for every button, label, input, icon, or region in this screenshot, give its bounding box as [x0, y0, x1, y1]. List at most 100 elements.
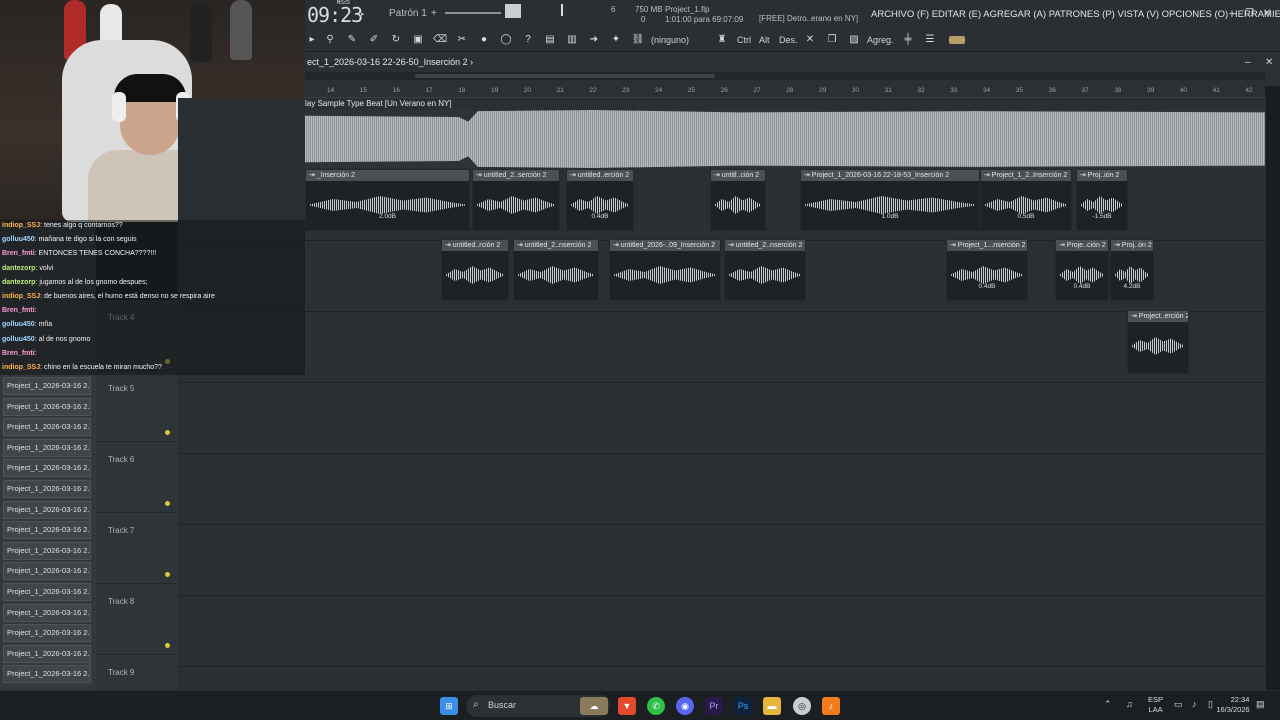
audio-clip[interactable]: ⇥ Proj..ón 2 4.2dB [1110, 239, 1154, 301]
track-led[interactable] [165, 501, 170, 506]
track-header[interactable]: Track 6 [96, 442, 178, 513]
track-led[interactable] [165, 572, 170, 577]
arrow-right-icon[interactable]: ➜ [587, 33, 601, 47]
piano-roll-icon[interactable]: ▥ [565, 33, 579, 47]
audio-clip[interactable]: ⇥ untitled_2..serción 2 [472, 169, 560, 231]
brave-icon[interactable]: ▼ [618, 697, 636, 715]
browser-item[interactable]: Project_1_2026-03-16 2.. [3, 438, 91, 457]
audio-clip[interactable]: ⇥ Project_1...nserción 2 0.4dB [946, 239, 1028, 301]
browser-item[interactable]: Project_1_2026-03-16 2.. [3, 397, 91, 416]
browser-item[interactable]: Project_1_2026-03-16 2.. [3, 562, 91, 581]
playlist-close[interactable]: ✕ [1265, 57, 1273, 68]
master-audio-clip[interactable] [305, 110, 1265, 168]
browser-item[interactable]: Project_1_2026-03-16 2.. [3, 418, 91, 437]
des-label[interactable]: Des. [779, 35, 798, 45]
clock-date[interactable]: 22:34 16/3/2026 [1210, 695, 1256, 715]
photoshop-icon[interactable]: Ps [734, 697, 752, 715]
snap-selector[interactable]: (ninguno) [651, 35, 689, 45]
fl-studio-icon[interactable]: ♪ [822, 697, 840, 715]
help-icon[interactable]: ? [521, 33, 535, 47]
track-label: Track 5 [108, 384, 135, 393]
audio-clip[interactable]: ⇥ untitled_2026-..09_Inserción 2 [609, 239, 721, 301]
mixer-icon[interactable]: ☰ [923, 33, 937, 47]
audio-clip[interactable]: ⇥ _Inserción 2 2.0dB [305, 169, 470, 231]
audio-clip[interactable]: ⇥ Project_1_2026-03-16 22-18-53_Inserció… [800, 169, 980, 231]
browser-item[interactable]: Project_1_2026-03-16 2.. [3, 624, 91, 643]
chat-icon[interactable]: ◯ [499, 33, 513, 47]
browser-item[interactable]: Project_1_2026-03-16 2.. [3, 459, 91, 478]
song-clock[interactable]: 09:23 M:S:CS [307, 0, 363, 27]
master-pitch-knob[interactable] [505, 4, 521, 18]
main-menu[interactable]: ARCHIVO (F) EDITAR (E) AGREGAR (A) PATRO… [871, 9, 1280, 20]
premiere-icon[interactable]: Pr [705, 697, 723, 715]
cut-tool-icon[interactable]: ✂ [455, 33, 469, 47]
notification-icon[interactable]: ▤ [1256, 699, 1265, 709]
track-header[interactable]: Track 8 [96, 584, 178, 655]
paste-icon[interactable]: ▨ [847, 33, 861, 47]
scroll-thumb[interactable] [415, 74, 715, 78]
audio-clip[interactable]: ⇥ untitled_2..nserción 2 [724, 239, 806, 301]
stamp-icon[interactable]: ♜ [715, 33, 729, 47]
track-led[interactable] [165, 643, 170, 648]
tape-icon[interactable] [949, 36, 965, 44]
menu-arrow-icon[interactable]: ▸ [305, 33, 319, 47]
add-pattern-icon[interactable]: + [431, 8, 437, 19]
channel-rack-icon[interactable]: ▤ [543, 33, 557, 47]
playlist-minimize[interactable]: – [1245, 57, 1251, 68]
agreg-label[interactable]: Agreg. [867, 35, 894, 45]
loop-icon[interactable]: ↻ [389, 33, 403, 47]
ctrl-label[interactable]: Ctrl [737, 35, 751, 45]
browser-item[interactable]: Project_1_2026-03-16 2.. [3, 644, 91, 663]
timeline-ruler[interactable]: 14 15 16 17 18 19 20 21 22 23 24 25 26 27 28 29 30 31 32 33… [305, 86, 1265, 98]
mic-tray-icon[interactable]: ♫ [1126, 699, 1133, 709]
delete-tool-icon[interactable]: ⌫ [433, 33, 447, 47]
copy-icon[interactable]: ❐ [825, 33, 839, 47]
fader-icon[interactable]: ╪ [901, 33, 915, 47]
track-header[interactable]: Track 7 [96, 513, 178, 584]
audio-clip[interactable]: ⇥ Project..erción 2 [1127, 310, 1189, 374]
browser-item[interactable]: Project_1_2026-03-16 2.. [3, 583, 91, 601]
audio-clip[interactable]: ⇥ Proj..ión 2 -1.5dB [1076, 169, 1128, 231]
start-icon[interactable]: ⊞ [440, 697, 458, 715]
browser-item[interactable]: Project_1_2026-03-16 2.. [3, 500, 91, 519]
widget-icon[interactable]: ☁ [580, 697, 608, 715]
magnet-snap-icon[interactable]: ⚲ [323, 33, 337, 47]
pattern-selector[interactable]: Patrón 1 [389, 8, 427, 19]
browser-item[interactable]: Project_1_2026-03-16 2.. [3, 480, 91, 498]
browser-item[interactable]: Project_1_2026-03-16 2.. [3, 603, 91, 622]
audio-clip[interactable]: ⇥ untitled_2..nserción 2 [513, 239, 599, 301]
paint-tool-icon[interactable]: ✐ [367, 33, 381, 47]
draw-tool-icon[interactable]: ✎ [345, 33, 359, 47]
audio-clip[interactable]: ⇥ Project_1_2..Inserción 2 0.5dB [980, 169, 1072, 231]
track-led[interactable] [165, 430, 170, 435]
browser-item[interactable]: Project_1_2026-03-16 2.. [3, 521, 91, 540]
audio-clip[interactable]: ⇥ Proje..ción 2 0.4dB [1055, 239, 1109, 301]
whatsapp-icon[interactable]: ✆ [647, 697, 665, 715]
obs-icon[interactable]: ◎ [793, 697, 811, 715]
close-button[interactable]: ✕ [1263, 8, 1271, 19]
track-header[interactable]: Track 5 [96, 371, 178, 442]
language-indicator[interactable]: ESP LAA [1148, 695, 1163, 715]
folder-icon[interactable]: ▬ [763, 697, 781, 715]
audio-clip[interactable]: ⇥ untitled..rción 2 [441, 239, 509, 301]
link-icon[interactable]: ⛓ [631, 33, 645, 47]
horizontal-scrollbar[interactable] [305, 72, 1265, 80]
network-icon[interactable]: ▭ [1174, 699, 1183, 709]
alt-label[interactable]: Alt [759, 35, 770, 45]
cross-icon[interactable]: ✕ [803, 33, 817, 47]
mic-icon[interactable]: ● [477, 33, 491, 47]
browser-item[interactable]: Project_1_2026-03-16 2.. [3, 377, 91, 395]
master-volume-slider[interactable] [445, 12, 501, 14]
plugin-icon[interactable]: ✦ [609, 33, 623, 47]
audio-clip[interactable]: ⇥ untitled..erción 2 0.4dB [566, 169, 634, 231]
tray-chevron-icon[interactable]: ⌃ [1104, 699, 1112, 709]
audio-clip[interactable]: ⇥ untitl..ción 2 [710, 169, 766, 231]
play-arrow-icon[interactable]: ▸ [361, 10, 365, 18]
save-icon[interactable]: ▣ [411, 33, 425, 47]
minimize-button[interactable]: – [1229, 8, 1235, 19]
discord-icon[interactable]: ◉ [676, 697, 694, 715]
browser-item[interactable]: Project_1_2026-03-16 2.. [3, 665, 91, 684]
volume-icon[interactable]: ♪ [1192, 699, 1197, 709]
browser-item[interactable]: Project_1_2026-03-16 2.. [3, 541, 91, 560]
maximize-button[interactable]: ❐ [1245, 8, 1254, 19]
